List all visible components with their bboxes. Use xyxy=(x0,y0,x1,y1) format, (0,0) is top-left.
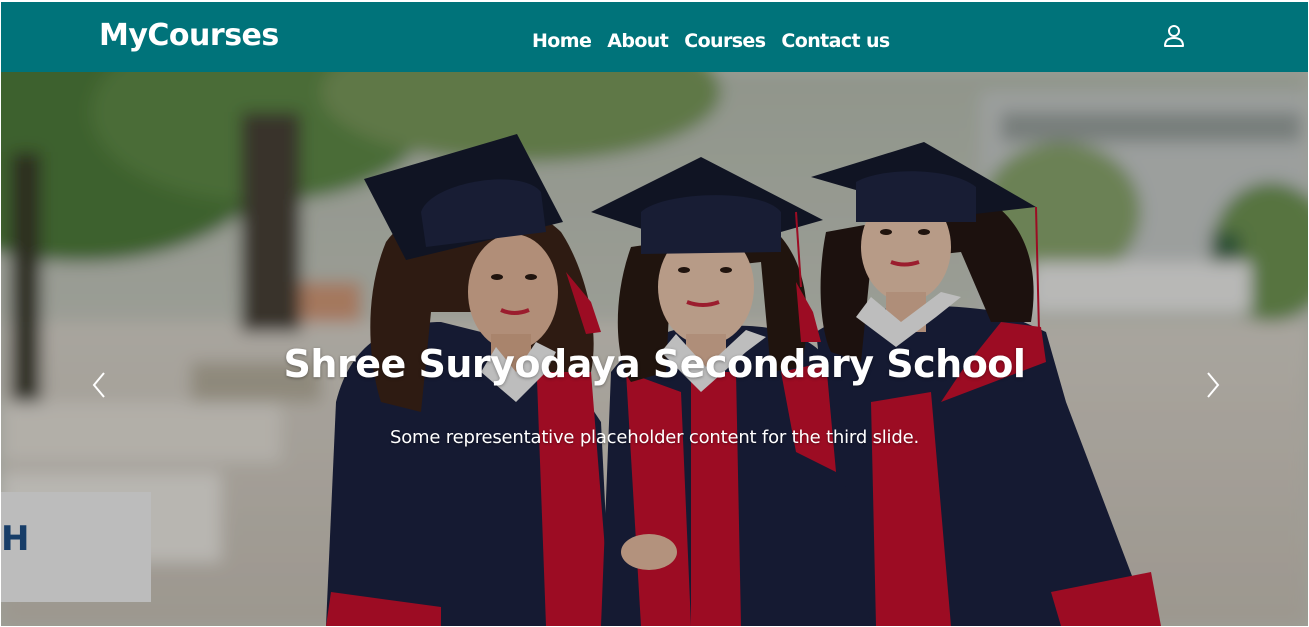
nav-link-contact[interactable]: Contact us xyxy=(781,30,890,52)
carousel-prev-button[interactable] xyxy=(79,362,119,412)
navbar: MyCourses Home About Courses Contact us xyxy=(1,2,1308,72)
chevron-right-icon xyxy=(1205,371,1221,403)
user-account-button[interactable] xyxy=(1163,24,1185,48)
brand-logo[interactable]: MyCourses xyxy=(99,18,279,53)
page: MyCourses Home About Courses Contact us xyxy=(1,2,1308,626)
chevron-left-icon xyxy=(91,371,107,403)
user-icon xyxy=(1163,24,1185,48)
carousel-next-button[interactable] xyxy=(1193,362,1233,412)
slide-title: Shree Suryodaya Secondary School xyxy=(283,342,1026,386)
hero-carousel: H Shree Suryodaya Secondary School Some … xyxy=(1,72,1308,626)
nav-menu: Home About Courses Contact us xyxy=(532,30,890,52)
nav-link-home[interactable]: Home xyxy=(532,30,592,52)
slide-text: Some representative placeholder content … xyxy=(390,427,919,448)
nav-link-courses[interactable]: Courses xyxy=(684,30,766,52)
nav-link-about[interactable]: About xyxy=(607,30,669,52)
